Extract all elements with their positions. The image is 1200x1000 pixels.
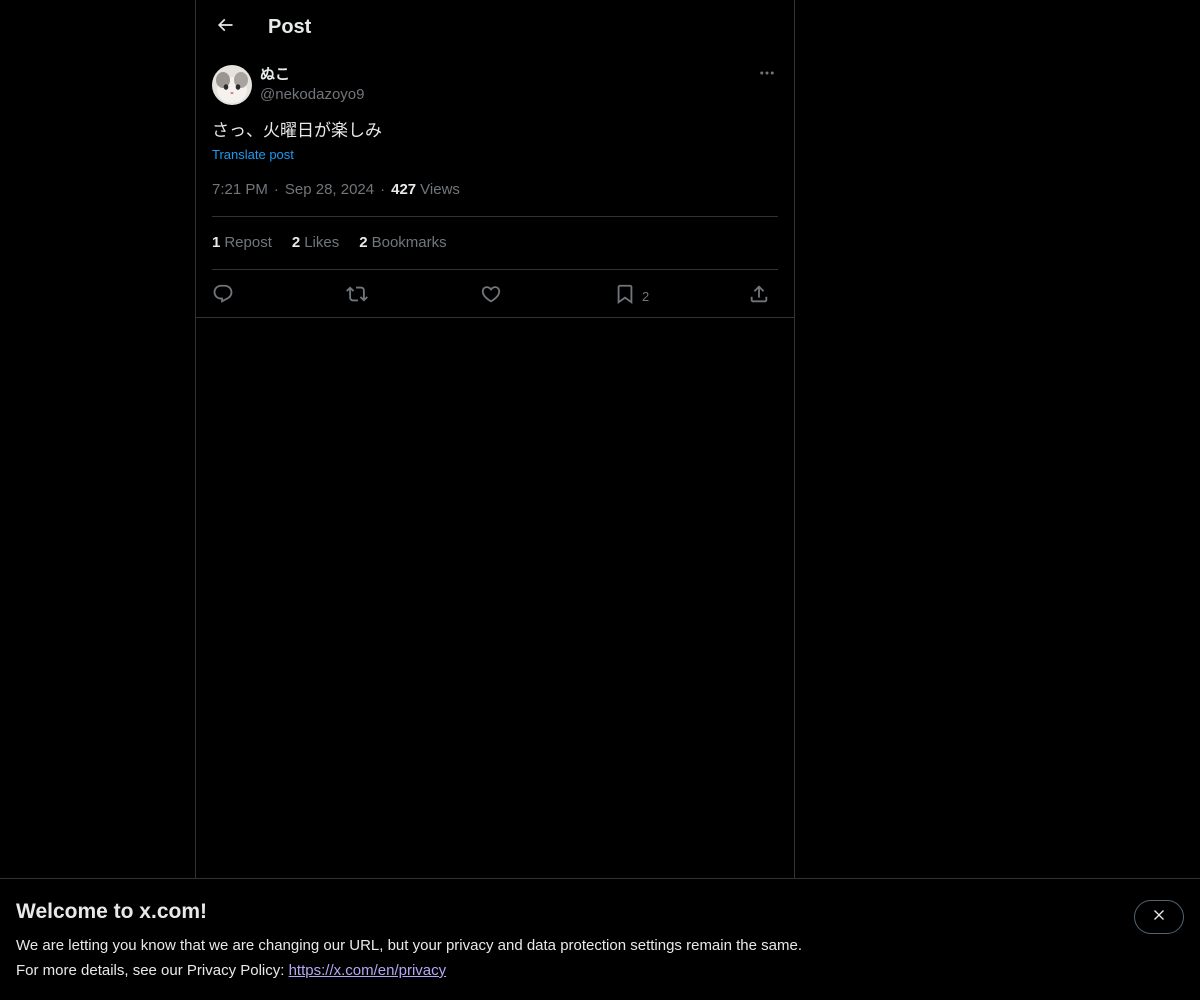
- likes-count: 2: [291, 234, 301, 251]
- page-header: Post: [196, 0, 794, 54]
- banner-privacy-line: For more details, see our Privacy Policy…: [16, 961, 446, 981]
- reposts-count: 1: [212, 234, 221, 251]
- meta-separator: ·: [380, 181, 386, 198]
- more-horizontal-icon: [758, 64, 776, 87]
- author-display-name[interactable]: ぬこ: [260, 66, 290, 84]
- author-handle[interactable]: @nekodazoyo9: [260, 86, 364, 104]
- likes-label: Likes: [304, 234, 340, 251]
- share-icon: [748, 283, 770, 305]
- post-bottom-border: [196, 317, 794, 318]
- bookmark-icon: [614, 283, 636, 305]
- arrow-left-icon: [215, 15, 235, 40]
- translate-post-link[interactable]: Translate post: [212, 146, 294, 164]
- repost-icon: [346, 283, 368, 305]
- avatar[interactable]: [212, 65, 252, 105]
- post-meta: 7:21 PM · Sep 28, 2024 · 427 Views: [212, 180, 460, 200]
- banner-message: We are letting you know that we are chan…: [16, 937, 802, 954]
- banner-privacy-prefix: For more details, see our Privacy Policy…: [16, 962, 289, 979]
- views-label: Views: [420, 181, 460, 198]
- post-date[interactable]: Sep 28, 2024: [285, 180, 374, 200]
- privacy-policy-link[interactable]: https://x.com/en/privacy: [289, 962, 447, 979]
- back-button[interactable]: [208, 10, 242, 44]
- more-options-button[interactable]: [756, 64, 778, 86]
- close-banner-button[interactable]: [1134, 900, 1184, 934]
- primary-column: Post ぬこ @nekodazoyo9 さっ、火曜日が楽しみ Translat…: [195, 0, 795, 1000]
- meta-separator: ·: [273, 181, 279, 198]
- repost-button[interactable]: [346, 278, 368, 310]
- bookmarks-count: 2: [359, 234, 368, 251]
- divider: [212, 269, 778, 270]
- banner-title: Welcome to x.com!: [16, 900, 207, 923]
- reposts-label: Repost: [224, 234, 272, 251]
- heart-icon: [480, 283, 502, 305]
- bookmarks-label: Bookmarks: [371, 234, 447, 251]
- reposts-stat[interactable]: 1 Repost: [212, 233, 272, 253]
- likes-stat[interactable]: 2 Likes: [292, 233, 339, 253]
- divider: [212, 216, 778, 217]
- post-author: ぬこ @nekodazoyo9: [212, 64, 778, 108]
- post-text: さっ、火曜日が楽しみ: [212, 121, 382, 141]
- like-button[interactable]: [480, 278, 502, 310]
- reply-icon: [212, 283, 234, 305]
- bookmarks-stat[interactable]: 2 Bookmarks: [359, 233, 446, 253]
- views-count: 427: [391, 181, 417, 198]
- post-actions: 2: [212, 278, 778, 310]
- reply-button[interactable]: [212, 278, 234, 310]
- close-icon: [1151, 907, 1167, 928]
- bookmark-count: 2: [642, 288, 650, 304]
- post-time[interactable]: 7:21 PM: [212, 180, 268, 200]
- url-change-banner: Welcome to x.com! We are letting you kno…: [0, 878, 1200, 1000]
- page-title: Post: [268, 16, 312, 38]
- share-button[interactable]: [748, 278, 770, 310]
- bookmark-button[interactable]: 2: [614, 278, 649, 310]
- post-stats: 1 Repost 2 Likes 2 Bookmarks: [212, 233, 467, 253]
